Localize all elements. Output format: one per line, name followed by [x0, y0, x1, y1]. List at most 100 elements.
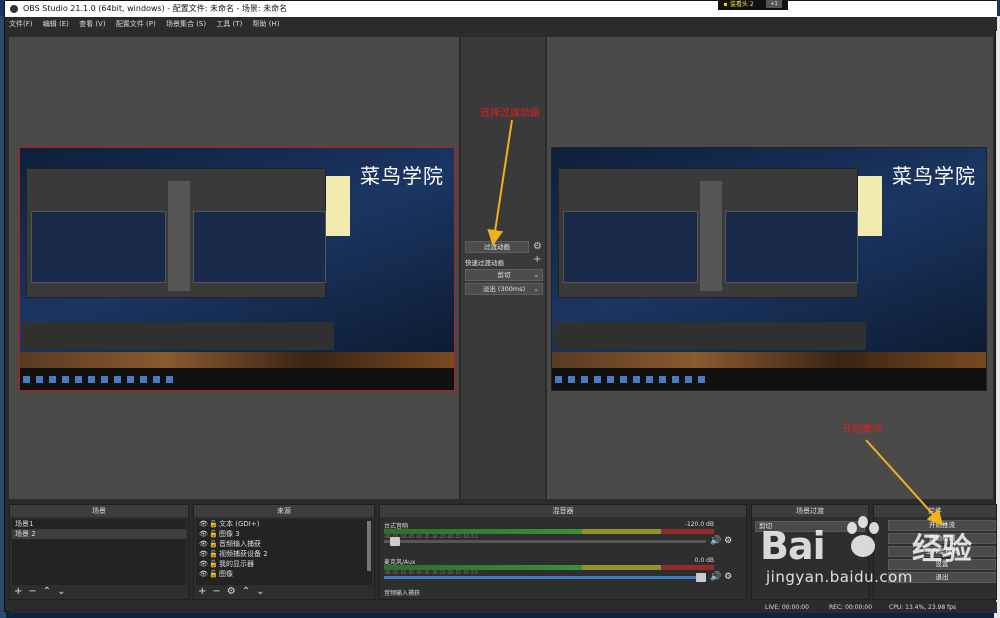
eye-icon[interactable]: 👁 — [199, 549, 208, 559]
sources-list: 👁🔓文本 (GDI+) 👁🔓图像 3 👁🔓音频输入捕获 👁🔓视频捕获设备 2 👁… — [196, 519, 372, 585]
program-screenshot: 菜鸟学院 — [551, 147, 987, 391]
wallpaper-rocks — [552, 352, 986, 368]
preview-screenshot: 菜鸟学院 — [19, 147, 455, 391]
rec-timer: REC: 00:00:00 — [829, 604, 873, 611]
add-icon[interactable]: + — [198, 586, 206, 597]
lock-icon[interactable]: 🔓 — [209, 519, 218, 529]
lock-icon[interactable]: 🔓 — [209, 569, 218, 579]
move-down-icon[interactable]: ⌄ — [256, 586, 264, 597]
add-icon[interactable]: + — [14, 586, 22, 597]
speaker-icon[interactable]: 🔊 — [710, 572, 721, 582]
meter-scale: -60 -55 -50 -45 -40 -35 -30 -25 -20 -15 … — [384, 534, 478, 539]
scenes-dock: 场景 场景1 场景 2 + − ⌃ ⌄ — [9, 504, 189, 600]
menu-file[interactable]: 文件(F) — [9, 20, 33, 28]
move-down-icon[interactable]: ⌄ — [57, 586, 65, 597]
cut-dropdown[interactable]: 剪切 ⌄ — [465, 269, 543, 281]
cpu-fps: CPU: 13.4%, 23.98 fps — [889, 604, 957, 611]
nested-docks — [554, 322, 866, 350]
live-timer: LIVE: 00:00:00 — [765, 604, 809, 611]
nested-transition-column — [168, 181, 190, 291]
popup-label: 监看头 2 — [730, 1, 754, 8]
menu-help[interactable]: 帮助 (H) — [253, 20, 280, 28]
watermark-url: jingyan.baidu.com — [766, 568, 913, 586]
mixer-channel: 台式音响 -120.0 dB -60 -55 -50 -45 -40 -35 -… — [384, 521, 740, 547]
gear-icon[interactable]: ⚙ — [227, 586, 236, 597]
channel-name: 音频输入捕获 — [384, 590, 421, 597]
notepad-window — [326, 176, 350, 236]
nested-taskbar — [20, 368, 454, 390]
source-label: 视频捕获设备 2 — [219, 550, 268, 558]
move-up-icon[interactable]: ⌃ — [242, 586, 250, 597]
chevron-down-icon: ⌄ — [533, 271, 539, 279]
quick-transition-label: 快速过渡动画 — [465, 259, 504, 267]
source-label: 图像 — [219, 570, 233, 578]
source-item[interactable]: 👁🔓文本 (GDI+) — [196, 519, 372, 529]
sources-scrollbar[interactable] — [367, 521, 371, 571]
lock-icon[interactable]: 🔓 — [209, 559, 218, 569]
menu-edit[interactable]: 编辑 (E) — [43, 20, 69, 28]
source-label: 音频输入捕获 — [219, 540, 261, 548]
menu-view[interactable]: 查看 (V) — [79, 20, 105, 28]
preview-panel[interactable]: 菜鸟学院 — [9, 37, 459, 499]
scene-item-selected[interactable]: 场景 2 — [12, 529, 186, 539]
remove-icon[interactable]: − — [28, 586, 36, 597]
sources-dock: 来源 👁🔓文本 (GDI+) 👁🔓图像 3 👁🔓音频输入捕获 👁🔓视频捕获设备 … — [193, 504, 375, 600]
transition-button[interactable]: 过渡动画 — [465, 241, 529, 253]
eye-icon[interactable]: 👁 — [199, 559, 208, 569]
source-item[interactable]: 👁🔓音频输入捕获 — [196, 539, 372, 549]
annotation-select-transition: 选择过渡动画 — [480, 108, 540, 119]
speaker-icon[interactable]: 🔊 — [710, 536, 721, 546]
eye-icon[interactable]: 👁 — [199, 519, 208, 529]
nested-preview-right — [193, 211, 326, 283]
volume-slider[interactable] — [384, 537, 706, 546]
title-bar: OBS Studio 21.1.0 (64bit, windows) - 配置文… — [5, 1, 997, 17]
watermark-jingyan-text: 经验 — [912, 532, 972, 567]
gear-icon[interactable]: ⚙ — [533, 242, 542, 252]
nested-transition-column — [700, 181, 722, 291]
eye-icon[interactable]: 👁 — [199, 529, 208, 539]
source-label: 图像 3 — [219, 530, 240, 538]
paw-icon — [847, 516, 879, 557]
remove-icon[interactable]: − — [212, 586, 220, 597]
nested-preview-left — [31, 211, 166, 283]
move-up-icon[interactable]: ⌃ — [43, 586, 51, 597]
source-label: 文本 (GDI+) — [219, 520, 260, 528]
nested-preview-right — [725, 211, 858, 283]
nested-obs-window — [558, 168, 858, 298]
sources-toolbar: + − ⚙ ⌃ ⌄ — [198, 586, 271, 598]
source-item[interactable]: 👁🔓我的显示器 — [196, 559, 372, 569]
menu-tools[interactable]: 工具 (T) — [216, 20, 242, 28]
meter-scale: -60 -55 -50 -45 -40 -35 -30 -25 -20 -15 … — [384, 570, 478, 575]
lock-icon[interactable]: 🔓 — [209, 549, 218, 559]
gear-icon[interactable]: ⚙ — [724, 572, 732, 582]
status-bar: LIVE: 00:00:00 REC: 00:00:00 CPU: 13.4%,… — [9, 602, 997, 613]
window-title: OBS Studio 21.1.0 (64bit, windows) - 配置文… — [23, 4, 288, 13]
menu-profile[interactable]: 配置文件 (P) — [116, 20, 156, 28]
volume-knob[interactable] — [696, 573, 706, 582]
source-item[interactable]: 👁🔓图像 3 — [196, 529, 372, 539]
fade-dropdown[interactable]: 淡出 (300ms) ⌄ — [465, 283, 543, 295]
lock-icon[interactable]: 🔓 — [209, 529, 218, 539]
cut-label: 剪切 — [497, 271, 511, 279]
eye-icon[interactable]: 👁 — [199, 539, 208, 549]
lock-icon[interactable]: 🔓 — [209, 539, 218, 549]
source-item[interactable]: 👁🔓图像 — [196, 569, 372, 579]
mixer-dock: 混音器 台式音响 -120.0 dB -60 -55 -50 -45 -40 -… — [379, 504, 747, 600]
menu-scene-collection[interactable]: 场景集合 (S) — [166, 20, 206, 28]
notification-dot-icon — [724, 3, 727, 6]
source-item[interactable]: 👁🔓视频捕获设备 2 — [196, 549, 372, 559]
mixer-channel: 麦克风/Aux 0.0 dB -60 -55 -50 -45 -40 -35 -… — [384, 557, 740, 583]
gear-icon[interactable]: ⚙ — [724, 536, 732, 546]
obs-logo-icon — [10, 5, 18, 13]
add-icon[interactable]: + — [533, 255, 541, 265]
eye-icon[interactable]: 👁 — [199, 569, 208, 579]
mixer-channel-icons: 🔊 ⚙ — [710, 536, 732, 546]
scene-item[interactable]: 场景1 — [12, 519, 186, 529]
volume-knob[interactable] — [390, 537, 401, 546]
mixer-channel-icons: 🔊 ⚙ — [710, 572, 732, 582]
watermark-logo-text: Bai — [760, 524, 826, 568]
sources-header: 来源 — [194, 505, 374, 517]
wallpaper-rocks — [20, 352, 454, 368]
program-panel[interactable]: 菜鸟学院 — [547, 37, 993, 499]
volume-slider[interactable] — [384, 573, 706, 582]
